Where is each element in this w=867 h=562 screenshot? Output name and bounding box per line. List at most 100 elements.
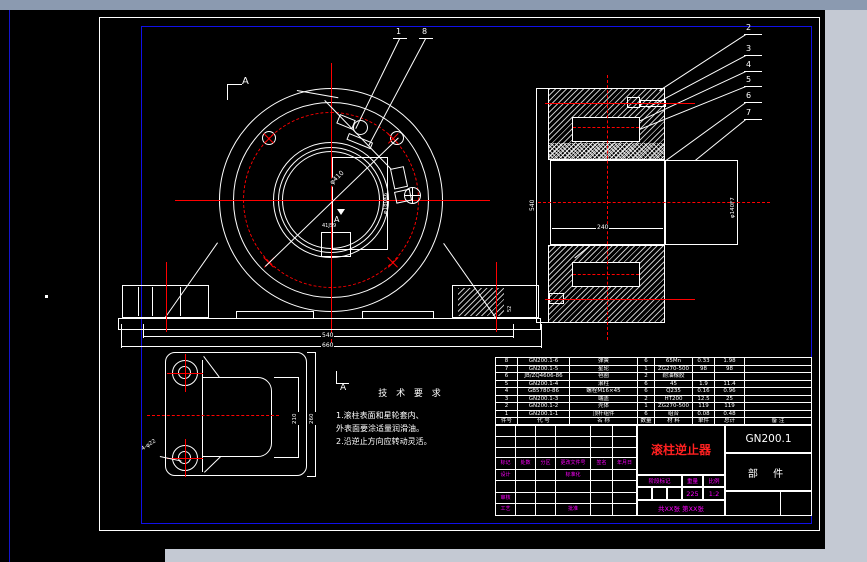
revision-empty-cell bbox=[556, 448, 590, 457]
bom-cell: 滚柱 bbox=[570, 380, 638, 387]
dim-foot-outer-height: 260 bbox=[309, 412, 316, 425]
view-mark-line bbox=[227, 84, 242, 85]
bom-cell: HT200 bbox=[655, 395, 693, 402]
bom-cell: 星轮 bbox=[570, 365, 638, 372]
bom-cell: 45 bbox=[655, 380, 693, 387]
callout-5: 5 bbox=[746, 75, 752, 84]
bom-cell: 材 料 bbox=[655, 418, 693, 425]
bom-cell: 单件 bbox=[693, 418, 715, 425]
bom-cell: ZG270-500 bbox=[655, 403, 693, 410]
bom-cell: 3 bbox=[496, 395, 518, 402]
bearing-upper bbox=[572, 117, 640, 142]
stage-cell bbox=[652, 487, 667, 500]
bom-cell: 6 bbox=[638, 380, 655, 387]
bom-cell: 备 注 bbox=[771, 418, 785, 424]
bearing-axis-lower bbox=[573, 274, 639, 275]
revision-empty-cell bbox=[591, 448, 612, 457]
callout-2: 2 bbox=[746, 23, 752, 32]
base-step-right bbox=[362, 311, 434, 319]
revision-empty-cell bbox=[591, 470, 612, 480]
stage-cell bbox=[667, 487, 682, 500]
bom-cell: 弹簧 bbox=[570, 358, 638, 365]
bom-row: 6 JB/ZQ4606-86 毡圈 2 耐油橡胶 bbox=[496, 373, 811, 381]
tech-note-line: 2.沿逆止方向应转动灵活。 bbox=[336, 437, 432, 446]
revision-empty-cell bbox=[516, 470, 535, 480]
revision-label-cell: 签名 bbox=[591, 458, 612, 469]
bom-cell: ZG270-500 bbox=[655, 365, 693, 372]
revision-label-cell: 年月日 bbox=[613, 458, 636, 469]
revision-label-cell: 分区 bbox=[536, 458, 555, 469]
tech-notes-title: 技 术 要 求 bbox=[378, 389, 444, 399]
revision-empty-cell bbox=[496, 481, 515, 492]
revision-block: 标记 处数 分区 更改文件号 签名 年月日 设计 标准化 审核 工艺 批准 bbox=[495, 425, 637, 516]
bom-cell: 2 bbox=[638, 373, 655, 380]
bom-row: 5 GN200.1-4 滚柱 6 45 1.9 11.4 bbox=[496, 380, 811, 388]
bom-cell: 毡圈 bbox=[570, 373, 638, 380]
bom-cell: 0.08 bbox=[693, 410, 715, 417]
bom-cell bbox=[745, 388, 811, 395]
bom-cell: 4 bbox=[496, 388, 518, 395]
bom-cell: 0.96 bbox=[715, 388, 745, 395]
bom-cell: 6 bbox=[638, 388, 655, 395]
bom-cell: 数量 bbox=[638, 418, 655, 425]
foot-line bbox=[152, 287, 153, 316]
revision-empty-cell bbox=[536, 493, 555, 503]
bom-cell: 6 bbox=[496, 373, 518, 380]
callout-7: 7 bbox=[746, 108, 752, 117]
canvas-left-edge bbox=[9, 10, 10, 562]
bom-cell: 1.9 bbox=[693, 380, 715, 387]
section-label-keyway: A bbox=[334, 215, 340, 224]
tech-note-line: 1.滚柱表面和星轮套内、 bbox=[336, 411, 424, 420]
revision-empty-cell bbox=[556, 493, 590, 503]
dim-keyway: 41JS9 bbox=[322, 223, 337, 229]
bom-row: 4 GB5780-86 螺栓M16×45 6 Q235 0.16 0.96 bbox=[496, 388, 811, 396]
foot-line bbox=[180, 287, 181, 316]
bolt-axis-top bbox=[545, 103, 695, 104]
revision-empty-cell bbox=[591, 504, 612, 515]
dim-section-height: 540 bbox=[529, 198, 536, 212]
base-step-left bbox=[236, 311, 314, 319]
stage-cell bbox=[637, 487, 652, 500]
revision-empty-cell bbox=[613, 448, 636, 457]
ext-line bbox=[274, 457, 298, 458]
bom-row: 8 GN200.1-6 弹簧 6 65Mn 0.33 1.98 bbox=[496, 358, 811, 366]
bom-cell: 12.5 bbox=[693, 395, 715, 402]
revision-empty-cell bbox=[516, 437, 535, 447]
callout-underline bbox=[744, 71, 762, 72]
weight-value-cell: 225 bbox=[682, 487, 703, 500]
bom-cell bbox=[715, 373, 745, 380]
revision-empty-cell bbox=[496, 448, 515, 457]
bom-cell: JB/ZQ4606-86 bbox=[518, 373, 570, 380]
revision-empty-cell bbox=[613, 426, 636, 436]
revision-empty-cell bbox=[536, 470, 555, 480]
bom-cell: 6 bbox=[638, 410, 655, 417]
ext-line bbox=[536, 322, 549, 323]
callout-1: 1 bbox=[396, 27, 402, 36]
canvas-bottom-strip bbox=[0, 549, 165, 562]
dim-base-outer: 660 bbox=[321, 342, 335, 349]
centerline-vertical bbox=[331, 63, 332, 345]
title-block-empty-cell bbox=[725, 491, 812, 516]
callout-6: 6 bbox=[746, 91, 752, 100]
revision-label-cell: 批准 bbox=[556, 504, 590, 515]
bom-cell bbox=[745, 373, 811, 380]
bom-cell: 119 bbox=[715, 403, 745, 410]
stage-header-cell: 阶段标记 bbox=[637, 475, 682, 487]
revision-empty-cell bbox=[591, 493, 612, 503]
bom-row: 2 GN200.1-2 壳体 1 ZG270-500 119 119 bbox=[496, 403, 811, 411]
revision-empty-cell bbox=[516, 426, 535, 436]
title-block-divider bbox=[780, 491, 781, 516]
bom-cell: 件号 bbox=[496, 418, 518, 425]
bom-cell: 7 bbox=[496, 365, 518, 372]
ext-line bbox=[513, 324, 514, 338]
ext-line bbox=[121, 324, 122, 348]
revision-label-cell: 设计 bbox=[496, 470, 515, 480]
bom-cell: 0.16 bbox=[693, 388, 715, 395]
revision-label-cell: 更改文件号 bbox=[556, 458, 590, 469]
sheet-info-cell: 共XX张 第XX张 bbox=[637, 500, 725, 516]
callout-underline bbox=[744, 119, 762, 120]
pin-cross bbox=[412, 188, 413, 203]
callout-underline bbox=[744, 34, 762, 35]
bom-cell: 代 号 bbox=[518, 418, 570, 425]
bom-cell: 98 bbox=[693, 365, 715, 372]
